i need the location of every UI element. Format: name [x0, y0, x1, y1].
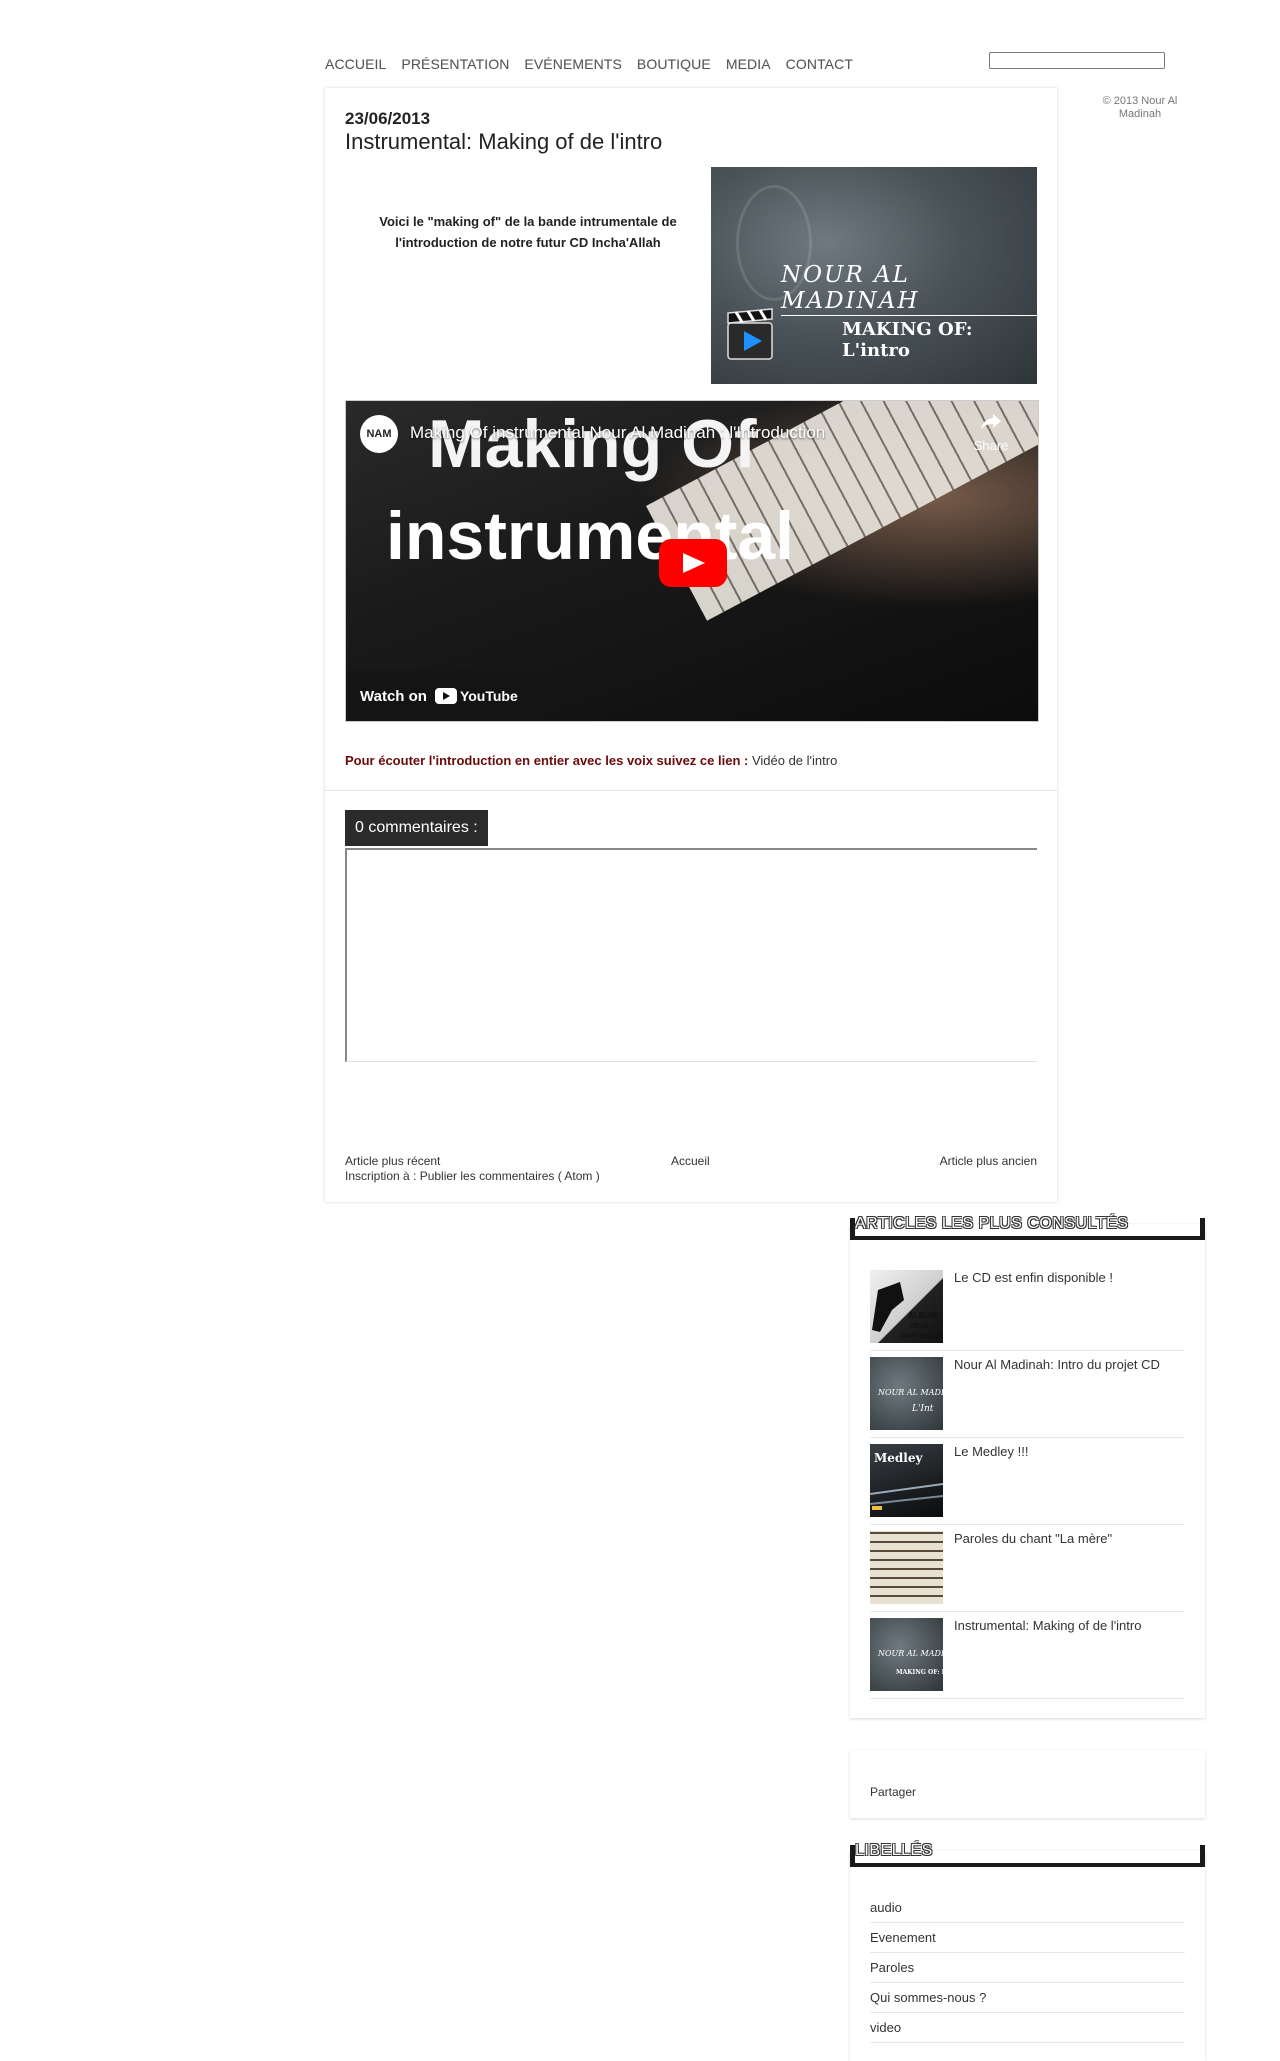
popular-posts-widget: ARTICLES LES PLUS CONSULTÉS ALBUM DÉJÀ D…	[850, 1215, 1205, 1718]
nav-item-media[interactable]: MEDIA	[726, 56, 771, 72]
intro-thumb-graphic: NOUR AL MADIN L'Int	[877, 1388, 943, 1414]
listen-text: Pour écouter l'introduction en entier av…	[345, 753, 752, 768]
nav-item-boutique[interactable]: BOUTIQUE	[637, 56, 711, 72]
search-input[interactable]	[989, 52, 1165, 69]
post-card: 23/06/2013 Instrumental: Making of de l'…	[325, 88, 1057, 1202]
popular-post-item[interactable]: NOUR AL MADIN L'Int Nour Al Madinah: Int…	[870, 1351, 1185, 1438]
popular-post-item[interactable]: Paroles du chant "La mère"	[870, 1525, 1185, 1612]
label-item[interactable]: Paroles	[870, 1953, 1185, 1983]
subscribe-atom-link[interactable]: Inscription à : Publier les commentaires…	[345, 1169, 600, 1183]
popular-post-item[interactable]: Medley Le Medley !!!	[870, 1438, 1185, 1525]
svg-text:ALBUM: ALBUM	[908, 1311, 937, 1320]
watch-on-youtube-button[interactable]: Watch on YouTube	[346, 671, 522, 721]
share-arrow-icon	[981, 414, 1001, 430]
label-item[interactable]: audio	[870, 1893, 1185, 1923]
label-link-paroles[interactable]: Paroles	[870, 1960, 914, 1975]
video-share-button[interactable]: Share	[966, 413, 1016, 453]
post-date: 23/06/2013	[345, 109, 431, 128]
newer-post-link[interactable]: Article plus récent	[345, 1154, 440, 1168]
video-title-link[interactable]: Making Of instrumental Nour Al Madinah :…	[410, 423, 825, 443]
post-title: Instrumental: Making of de l'intro	[345, 129, 663, 154]
play-icon	[683, 553, 705, 573]
share-label: Share	[973, 438, 1009, 453]
youtube-wordmark: YouTube	[459, 688, 518, 704]
popular-post-thumbnail[interactable]	[870, 1531, 943, 1604]
popular-post-item[interactable]: ALBUM DÉJÀ DISPONIBLE Le CD est enfin di…	[870, 1264, 1185, 1351]
popular-post-thumbnail[interactable]: ALBUM DÉJÀ DISPONIBLE	[870, 1270, 943, 1343]
popular-post-item[interactable]: NOUR AL MADIN MAKING OF: L'I Instrumenta…	[870, 1612, 1185, 1699]
banner-logo-text: NOUR AL MADINAH	[781, 262, 1037, 316]
label-item[interactable]: Evenement	[870, 1923, 1185, 1953]
video-overlay-text-1: Making Of	[428, 406, 757, 482]
svg-text:DISPONIBLE: DISPONIBLE	[900, 1333, 943, 1340]
share-link[interactable]: Partager	[870, 1785, 916, 1799]
labels-list: audio Evenement Paroles Qui sommes-nous …	[870, 1893, 1185, 2043]
copyright-text: © 2013 Nour Al Madinah	[1102, 95, 1178, 120]
youtube-video-player[interactable]: Making Of instrumental NAM Making Of ins…	[345, 400, 1039, 722]
medley-thumb-graphic: Medley	[870, 1451, 943, 1510]
labels-title: LIBELLÉS	[855, 1842, 933, 1859]
share-widget: Partager	[850, 1750, 1205, 1818]
nav-item-accueil[interactable]: ACCUEIL	[325, 56, 386, 72]
svg-text:NOUR AL MADIN: NOUR AL MADIN	[877, 1649, 943, 1658]
main-nav: ACCUEIL PRÉSENTATION EVÉNEMENTS BOUTIQUE…	[325, 56, 868, 72]
label-link-qui-sommes-nous[interactable]: Qui sommes-nous ?	[870, 1990, 986, 2005]
post-divider	[325, 790, 1057, 791]
making-of-thumb-graphic: NOUR AL MADIN MAKING OF: L'I	[877, 1649, 943, 1676]
svg-text:L'Int: L'Int	[911, 1404, 934, 1414]
popular-post-thumbnail[interactable]: Medley	[870, 1444, 943, 1517]
nav-item-evenements[interactable]: EVÉNEMENTS	[524, 56, 621, 72]
label-link-audio[interactable]: audio	[870, 1900, 902, 1915]
youtube-logo: YouTube	[434, 688, 518, 704]
labels-heading: LIBELLÉS	[850, 1842, 1205, 1867]
label-link-evenement[interactable]: Evenement	[870, 1930, 936, 1945]
watch-on-label: Watch on	[360, 687, 427, 705]
post-intro-text: Voici le "making of" de la bande intrume…	[379, 214, 677, 250]
comments-count-tab: 0 commentaires :	[345, 810, 488, 846]
label-item[interactable]: Qui sommes-nous ?	[870, 1983, 1185, 2013]
svg-text:Medley: Medley	[874, 1451, 924, 1465]
svg-text:MAKING OF: L'I: MAKING OF: L'I	[896, 1669, 943, 1676]
popular-posts-heading: ARTICLES LES PLUS CONSULTÉS	[850, 1215, 1205, 1240]
post-banner-image: NOUR AL MADINAH MAKING OF: L'intro	[711, 167, 1037, 384]
labels-widget: LIBELLÉS audio Evenement Paroles Qui som…	[850, 1842, 1205, 2061]
album-thumb-graphic: ALBUM DÉJÀ DISPONIBLE	[872, 1282, 943, 1340]
nav-item-presentation[interactable]: PRÉSENTATION	[401, 56, 509, 72]
popular-post-thumbnail[interactable]: NOUR AL MADIN L'Int	[870, 1357, 943, 1430]
youtube-play-icon	[434, 688, 457, 704]
popular-post-title[interactable]: Le Medley !!!	[954, 1444, 1028, 1459]
clapperboard-icon	[727, 308, 773, 360]
popular-posts-list: ALBUM DÉJÀ DISPONIBLE Le CD est enfin di…	[870, 1264, 1185, 1699]
popular-post-title[interactable]: Paroles du chant "La mère"	[954, 1531, 1112, 1546]
channel-avatar[interactable]: NAM	[360, 415, 398, 453]
popular-post-title[interactable]: Instrumental: Making of de l'intro	[954, 1618, 1141, 1633]
svg-text:DÉJÀ: DÉJÀ	[910, 1321, 929, 1330]
popular-post-title[interactable]: Nour Al Madinah: Intro du projet CD	[954, 1357, 1160, 1372]
video-play-button[interactable]	[659, 539, 727, 587]
home-link[interactable]: Accueil	[671, 1154, 710, 1168]
intro-video-link[interactable]: Vidéo de l'intro	[752, 753, 837, 768]
nav-item-contact[interactable]: CONTACT	[786, 56, 853, 72]
comment-form-frame[interactable]	[345, 848, 1037, 1062]
banner-subtitle: MAKING OF: L'intro	[842, 319, 973, 361]
older-post-link[interactable]: Article plus ancien	[940, 1154, 1037, 1168]
label-item[interactable]: video	[870, 2013, 1185, 2043]
video-overlay-text-2: instrumental	[386, 498, 795, 574]
label-link-video[interactable]: video	[870, 2020, 901, 2035]
listen-line: Pour écouter l'introduction en entier av…	[345, 753, 837, 768]
svg-text:NOUR AL MADIN: NOUR AL MADIN	[877, 1388, 943, 1397]
popular-posts-title: ARTICLES LES PLUS CONSULTÉS	[855, 1215, 1129, 1232]
popular-post-thumbnail[interactable]: NOUR AL MADIN MAKING OF: L'I	[870, 1618, 943, 1691]
popular-post-title[interactable]: Le CD est enfin disponible !	[954, 1270, 1113, 1285]
